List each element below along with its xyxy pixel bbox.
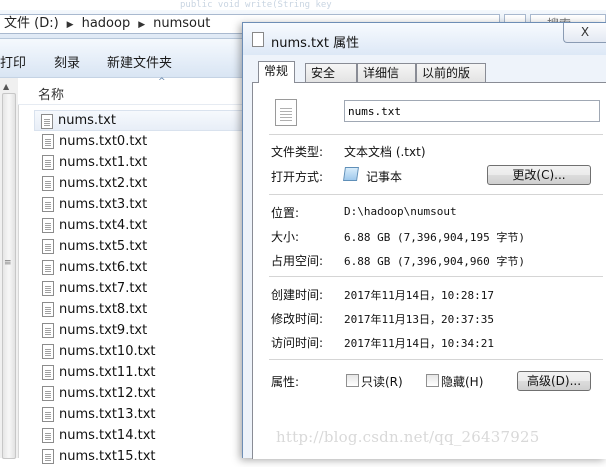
text-file-icon xyxy=(42,428,54,443)
text-file-icon xyxy=(42,449,54,464)
file-row[interactable]: nums.txt15.txt xyxy=(36,446,246,467)
sort-up-icon: ^ xyxy=(158,77,166,87)
general-panel: 文件类型: 文本文档 (.txt) 打开方式: 记事本 更改(C)... 位置:… xyxy=(252,82,606,459)
chevron-right-icon: ▶ xyxy=(66,20,74,30)
column-header-label: 名称 xyxy=(38,88,65,103)
size-value: 6.88 GB (7,396,904,195 字节) xyxy=(344,231,525,244)
text-file-icon xyxy=(42,155,54,170)
opens-with-value: 记事本 xyxy=(366,170,403,184)
text-file-icon xyxy=(42,386,54,401)
size-on-disk-value: 6.88 GB (7,396,904,960 字节) xyxy=(344,255,525,268)
filename-field[interactable] xyxy=(344,100,600,122)
created-value: 2017年11月14日，10:28:17 xyxy=(344,289,494,302)
text-file-icon xyxy=(42,302,54,317)
breadcrumb-hadoop[interactable]: hadoop xyxy=(82,16,131,31)
watermark-text: http://blog.csdn.net/qq_26437925 xyxy=(276,428,540,446)
file-list: nums.txt nums.txt0.txt nums.txt1.txt num… xyxy=(34,110,246,467)
divider xyxy=(269,359,603,360)
text-file-icon xyxy=(42,239,54,254)
location-label: 位置: xyxy=(271,206,300,220)
tab-details[interactable]: 详细信息 xyxy=(357,63,416,98)
scroll-up-icon[interactable]: ▲ xyxy=(3,82,9,91)
modified-label: 修改时间: xyxy=(271,312,324,326)
size-label: 大小: xyxy=(271,230,300,244)
dialog-titlebar[interactable]: nums.txt 属性 X xyxy=(243,23,606,55)
breadcrumb-numsout[interactable]: numsout xyxy=(153,16,210,31)
file-row[interactable]: nums.txt6.txt xyxy=(36,257,246,278)
file-row[interactable]: nums.txt8.txt xyxy=(36,299,246,320)
file-type-label: 文件类型: xyxy=(271,145,324,159)
properties-dialog: nums.txt 属性 X 常规 安全 详细信息 以前的版本 文件类型: 文本文… xyxy=(242,22,606,459)
modified-value: 2017年11月13日，20:37:35 xyxy=(344,313,494,326)
advanced-button[interactable]: 高级(D)... xyxy=(517,371,591,391)
file-row[interactable]: nums.txt9.txt xyxy=(36,320,246,341)
hidden-checkbox[interactable] xyxy=(426,374,439,387)
file-row[interactable]: nums.txt0.txt xyxy=(36,131,246,152)
new-folder-button[interactable]: 新建文件夹 xyxy=(107,52,172,71)
close-button[interactable]: X xyxy=(563,23,606,43)
text-file-icon xyxy=(42,134,54,149)
scrollbar-thumb[interactable] xyxy=(2,93,16,459)
nav-scrollbar[interactable]: ▲ ≡ xyxy=(0,78,19,459)
notepad-icon xyxy=(343,167,359,181)
readonly-label: 只读(R) xyxy=(361,375,403,389)
accessed-label: 访问时间: xyxy=(271,336,324,350)
opens-with-label: 打开方式: xyxy=(271,170,324,184)
dialog-title: nums.txt 属性 xyxy=(271,36,360,51)
text-file-icon xyxy=(42,407,54,422)
text-file-icon xyxy=(42,365,54,380)
text-file-icon xyxy=(42,260,54,275)
burn-button[interactable]: 刻录 xyxy=(54,52,80,71)
file-row[interactable]: nums.txt4.txt xyxy=(36,215,246,236)
file-row[interactable]: nums.txt12.txt xyxy=(36,383,246,404)
divider xyxy=(269,194,603,195)
file-row[interactable]: nums.txt5.txt xyxy=(36,236,246,257)
text-file-icon xyxy=(42,323,54,338)
background-code-text: public void write(String key xyxy=(180,0,332,10)
hidden-label: 隐藏(H) xyxy=(441,375,484,389)
grip-icon: ≡ xyxy=(4,258,12,268)
file-type-value: 文本文档 (.txt) xyxy=(344,145,426,159)
file-row[interactable]: nums.txt xyxy=(34,110,246,131)
text-file-icon xyxy=(42,197,54,212)
file-row[interactable]: nums.txt3.txt xyxy=(36,194,246,215)
change-button[interactable]: 更改(C)... xyxy=(487,165,591,185)
text-file-icon xyxy=(41,114,53,129)
text-file-icon xyxy=(275,99,297,126)
tab-security[interactable]: 安全 xyxy=(305,63,357,82)
attributes-label: 属性: xyxy=(271,375,300,389)
created-label: 创建时间: xyxy=(271,288,324,302)
divider xyxy=(269,134,603,135)
size-on-disk-label: 占用空间: xyxy=(271,254,324,268)
file-row[interactable]: nums.txt13.txt xyxy=(36,404,246,425)
file-row[interactable]: nums.txt1.txt xyxy=(36,152,246,173)
text-file-icon xyxy=(42,218,54,233)
file-row[interactable]: nums.txt2.txt xyxy=(36,173,246,194)
tab-general[interactable]: 常规 xyxy=(258,61,295,83)
file-row[interactable]: nums.txt7.txt xyxy=(36,278,246,299)
breadcrumb-drive[interactable]: 文件 (D:) xyxy=(4,16,59,31)
file-row[interactable]: nums.txt14.txt xyxy=(36,425,246,446)
print-button[interactable]: 打印 xyxy=(0,52,26,71)
location-value: D:\hadoop\numsout xyxy=(344,205,457,218)
chevron-right-icon: ▶ xyxy=(138,20,146,30)
tab-previous-versions[interactable]: 以前的版本 xyxy=(416,63,486,98)
file-row[interactable]: nums.txt10.txt xyxy=(36,341,246,362)
accessed-value: 2017年11月14日，10:34:21 xyxy=(344,337,494,350)
column-header-name[interactable]: ^ 名称 xyxy=(18,77,258,105)
text-file-icon xyxy=(42,344,54,359)
readonly-checkbox[interactable] xyxy=(346,374,359,387)
text-file-icon xyxy=(42,176,54,191)
file-row[interactable]: nums.txt11.txt xyxy=(36,362,246,383)
divider xyxy=(269,276,603,277)
text-file-icon xyxy=(42,281,54,296)
text-file-icon xyxy=(252,32,264,47)
